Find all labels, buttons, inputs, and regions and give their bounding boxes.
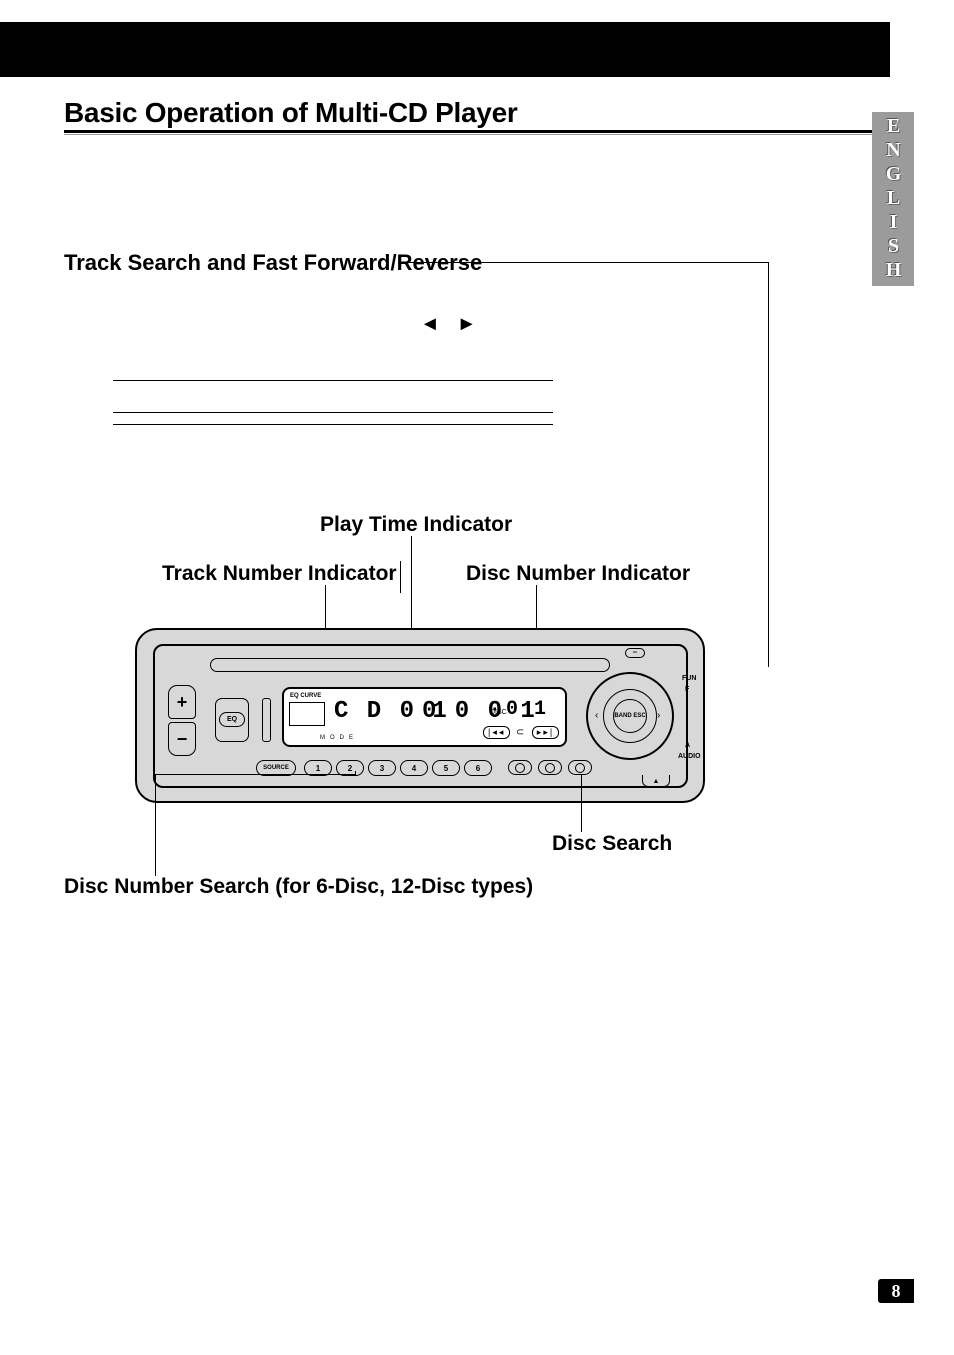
eq-bars-icon	[262, 698, 271, 742]
text-rule-3	[113, 424, 553, 425]
title-rule-shadow	[64, 134, 886, 135]
text-rule-2	[113, 412, 553, 413]
lcd-disc-label: DISC	[490, 709, 507, 716]
knob-f-label: F	[685, 686, 689, 693]
knob-left-icon: ‹	[595, 710, 598, 721]
round-button-row	[508, 760, 592, 775]
cd-slot	[210, 658, 610, 672]
lcd-eq-curve-label: EQ CURVE	[290, 693, 321, 699]
knob-right-icon: ›	[657, 710, 660, 721]
lcd-mode-label: MODE	[320, 735, 358, 741]
heading-track-number: Track Number Indicator	[162, 562, 397, 586]
heading-disc-search: Disc Search	[552, 832, 672, 856]
round-button-2	[538, 760, 562, 775]
leader-track-search-v	[768, 262, 769, 667]
number-button-4: 4	[400, 760, 428, 776]
lcd-loop-icon: ⊂	[516, 727, 526, 738]
lcd-prev-icon: |◂◂	[483, 726, 510, 739]
separator-tracknum-playtime	[400, 561, 401, 593]
knob-fun-label: FUN	[682, 675, 696, 682]
number-button-5: 5	[432, 760, 460, 776]
language-tab-label: ENGLISH	[882, 115, 905, 283]
page-number-badge: 8	[878, 1279, 914, 1303]
round-button-1	[508, 760, 532, 775]
arrow-left-right-icon: ◄ ►	[420, 313, 483, 336]
language-tab: ENGLISH	[872, 112, 914, 286]
control-knob-center-label: BAND ESC	[613, 699, 647, 733]
heading-track-search: Track Search and Fast Forward/Reverse	[64, 250, 482, 276]
volume-up-button: +	[168, 685, 196, 719]
leader-track-search	[398, 262, 768, 263]
leader-disc-number-search-tip	[355, 771, 356, 775]
lcd-skip-buttons: |◂◂ ⊂ ▸▸|	[482, 726, 560, 739]
lcd-eq-graphic-icon	[289, 702, 325, 726]
number-button-3: 3	[368, 760, 396, 776]
knob-a-label: A	[685, 742, 690, 749]
number-button-6: 6	[464, 760, 492, 776]
volume-down-button: −	[168, 722, 196, 756]
heading-disc-number: Disc Number Indicator	[466, 562, 690, 586]
leader-disc-search	[581, 774, 582, 832]
lcd-next-icon: ▸▸|	[532, 726, 559, 739]
page-title: Basic Operation of Multi-CD Player	[64, 97, 517, 129]
title-rule	[64, 130, 886, 133]
leader-disc-number-search-h	[155, 774, 355, 775]
text-rule-1	[113, 380, 553, 381]
leader-disc-number-search-v	[155, 774, 156, 876]
eject-button-icon	[625, 648, 645, 658]
lcd-disc-number-text: 0 1	[506, 698, 548, 721]
round-button-3	[568, 760, 592, 775]
eq-button-label: EQ	[219, 712, 245, 727]
top-black-bar	[0, 22, 890, 77]
knob-audio-label: AUDIO	[678, 753, 701, 760]
heading-disc-number-search: Disc Number Search (for 6-Disc, 12-Disc …	[64, 875, 533, 899]
heading-play-time: Play Time Indicator	[320, 513, 512, 537]
detach-button-icon: ▲	[642, 775, 670, 787]
